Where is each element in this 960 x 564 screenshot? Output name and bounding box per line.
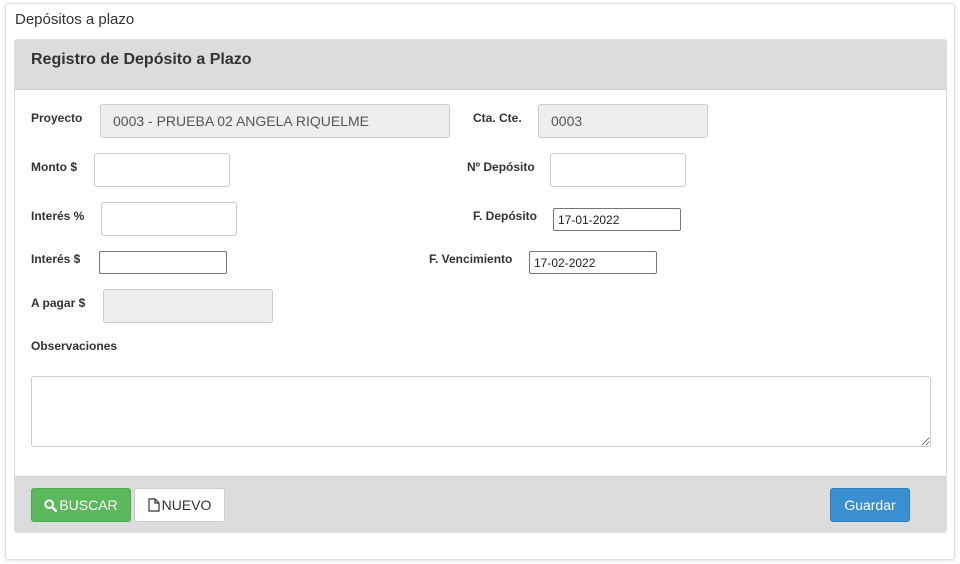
file-icon <box>147 498 162 512</box>
buscar-button-label: BUSCAR <box>59 497 118 513</box>
nuevo-button-label: NUEVO <box>161 497 212 513</box>
n-deposito-label: Nº Depósito <box>467 160 535 174</box>
f-deposito-label: F. Depósito <box>473 209 538 223</box>
f-vencimiento-input[interactable] <box>529 251 657 274</box>
n-deposito-input[interactable] <box>550 153 686 187</box>
proyecto-field[interactable] <box>100 104 450 138</box>
nuevo-button[interactable]: NUEVO <box>134 488 225 522</box>
deposit-form-panel: Registro de Depósito a Plazo Proyecto Ct… <box>14 39 947 533</box>
interes-monto-label: Interés $ <box>31 252 81 266</box>
proyecto-label: Proyecto <box>31 111 83 125</box>
monto-input[interactable] <box>94 153 230 187</box>
panel-footer: BUSCAR NUEVO Guardar <box>15 476 946 532</box>
panel-heading: Registro de Depósito a Plazo <box>15 40 946 90</box>
a-pagar-field[interactable] <box>103 289 273 323</box>
page-title: Depósitos a plazo <box>15 11 135 28</box>
observaciones-label: Observaciones <box>31 339 118 353</box>
cta-cte-label: Cta. Cte. <box>473 111 522 125</box>
guardar-button[interactable]: Guardar <box>830 488 910 522</box>
interes-pct-input[interactable] <box>101 202 237 236</box>
observaciones-textarea[interactable] <box>31 376 931 447</box>
interes-monto-input[interactable] <box>99 251 227 274</box>
search-icon <box>44 498 59 512</box>
f-vencimiento-label: F. Vencimiento <box>429 252 513 266</box>
interes-pct-label: Interés % <box>31 209 85 223</box>
buscar-button[interactable]: BUSCAR <box>31 488 131 522</box>
f-deposito-input[interactable] <box>553 208 681 231</box>
a-pagar-label: A pagar $ <box>31 296 86 310</box>
cta-cte-field[interactable] <box>538 104 708 138</box>
panel-title: Registro de Depósito a Plazo <box>31 51 252 68</box>
monto-label: Monto $ <box>31 160 77 174</box>
main-card: Depósitos a plazo Registro de Depósito a… <box>5 3 955 560</box>
